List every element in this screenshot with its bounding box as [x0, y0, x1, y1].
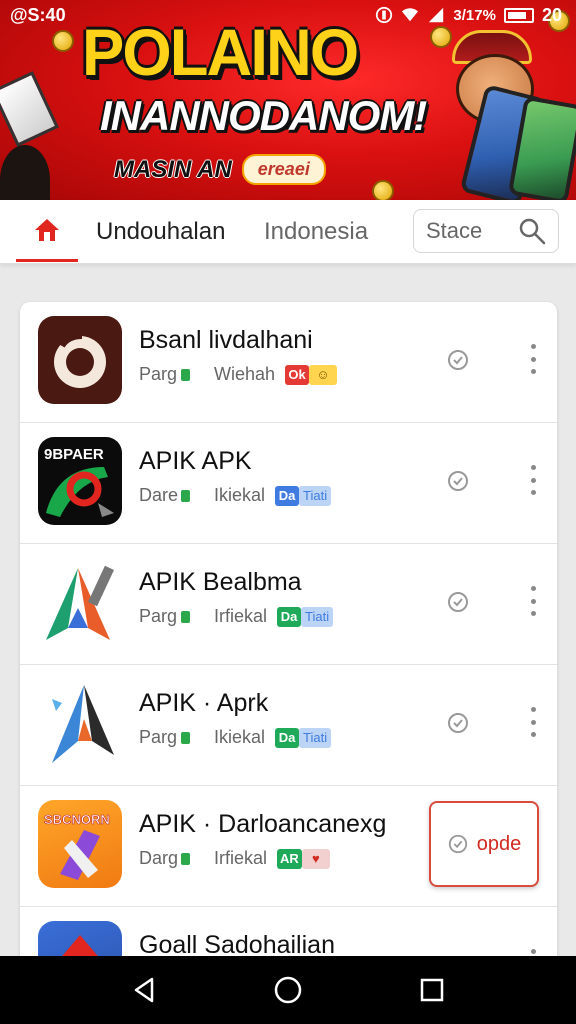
- favorite-icon[interactable]: [446, 711, 470, 735]
- app-icon: SBCNORN: [38, 800, 122, 888]
- app-meta: Parg Ikiekal Da Tiati: [139, 727, 332, 748]
- system-nav-bar: [0, 956, 576, 1024]
- more-options-icon[interactable]: [526, 586, 540, 616]
- wifi-icon: [402, 8, 419, 22]
- tab-home[interactable]: [16, 200, 78, 262]
- signal-text: 3/17%: [453, 6, 496, 24]
- status-dot: [181, 489, 190, 502]
- status-time: @S:40: [10, 4, 66, 25]
- tag-badge: Tiati: [299, 727, 332, 748]
- tag-badge: Tiati: [301, 606, 334, 627]
- app-name: APIK Bealbma: [139, 568, 302, 596]
- app-list: Bsanl livdalhani Parg Wiehah Ok ☺ 9BPAER…: [20, 302, 557, 1002]
- app-icon: [38, 679, 122, 767]
- app-icon: [38, 558, 122, 646]
- tab-bar: Undouhalan Indonesia Stace: [0, 200, 576, 264]
- recents-icon: [420, 978, 444, 1002]
- status-badge: Da: [277, 606, 302, 627]
- status-badge: Ok: [285, 364, 310, 385]
- list-item[interactable]: 9BPAER APIK APK Dare Ikiekal Da Tiati: [20, 423, 557, 544]
- app-name: APIK · Aprk: [139, 689, 269, 717]
- status-dot: [181, 731, 190, 744]
- open-button-label: opde: [476, 832, 522, 855]
- phone-box-image: [0, 71, 59, 147]
- favorite-icon[interactable]: [446, 348, 470, 372]
- home-circle-icon: [274, 976, 302, 1004]
- app-name: Bsanl livdalhani: [139, 326, 313, 354]
- back-button[interactable]: [128, 974, 160, 1006]
- app-meta: Dare Ikiekal Da Tiati: [139, 485, 332, 506]
- home-button[interactable]: [272, 974, 304, 1006]
- svg-text:SBCNORN: SBCNORN: [44, 812, 110, 827]
- more-options-icon[interactable]: [526, 344, 540, 374]
- search-placeholder: Stace: [426, 218, 483, 243]
- back-icon: [134, 977, 154, 1003]
- status-bar: @S:40 3/17% 20: [0, 0, 576, 30]
- coin-image: [52, 30, 74, 52]
- search-input[interactable]: Stace: [413, 209, 559, 253]
- banner-pill: ereaei: [241, 154, 326, 185]
- more-options-icon[interactable]: [526, 707, 540, 737]
- more-options-icon[interactable]: [526, 465, 540, 495]
- status-badge: Da: [275, 727, 300, 748]
- favorite-icon[interactable]: [446, 469, 470, 493]
- tag-badge: Tiati: [299, 485, 332, 506]
- open-icon: [448, 834, 467, 854]
- status-dot: [181, 610, 190, 623]
- tag-badge: ♥: [301, 848, 330, 869]
- app-icon: 9BPAER: [38, 437, 122, 525]
- tag-badge: ☺: [309, 364, 338, 385]
- signal-icon: [429, 7, 444, 23]
- app-meta: Darg Irfiekal AR ♥: [139, 848, 330, 869]
- battery-level: 20: [541, 4, 562, 25]
- list-item[interactable]: Bsanl livdalhani Parg Wiehah Ok ☺: [20, 302, 557, 423]
- tab-indonesia[interactable]: Indonesia: [264, 218, 368, 246]
- app-name: APIK · Darloancanexg: [139, 810, 387, 838]
- app-icon: [38, 316, 122, 404]
- list-item[interactable]: APIK Bealbma Parg Irfiekal Da Tiati: [20, 544, 557, 665]
- app-meta: Parg Wiehah Ok ☺: [139, 364, 338, 385]
- recents-button[interactable]: [416, 974, 448, 1006]
- app-meta: Parg Irfiekal Da Tiati: [139, 606, 334, 627]
- promo-banner[interactable]: @S:40 3/17% 20 POLAINO INANNODANOM! MASI…: [0, 0, 576, 200]
- status-badge: Da: [275, 485, 300, 506]
- person-image: [0, 145, 50, 200]
- banner-small-text: MASIN AN: [114, 155, 232, 183]
- battery-icon: [503, 7, 534, 23]
- coin-image: [372, 180, 394, 200]
- status-badge: AR: [277, 848, 302, 869]
- status-dot: [181, 852, 190, 865]
- status-dot: [181, 368, 190, 381]
- tab-undouhalan[interactable]: Undouhalan: [96, 218, 225, 246]
- banner-subtitle: INANNODANOM!: [100, 92, 427, 139]
- open-button[interactable]: opde: [429, 801, 539, 887]
- app-name: APIK APK: [139, 447, 252, 475]
- do-not-disturb-icon: [376, 6, 393, 24]
- search-icon[interactable]: [518, 217, 546, 245]
- svg-text:9BPAER: 9BPAER: [44, 446, 104, 463]
- banner-tagline: MASIN AN ereaei: [114, 154, 326, 185]
- status-icons: 3/17% 20: [375, 5, 562, 26]
- list-item[interactable]: APIK · Aprk Parg Ikiekal Da Tiati: [20, 665, 557, 786]
- list-item[interactable]: SBCNORN APIK · Darloancanexg Darg Irfiek…: [20, 786, 557, 907]
- home-icon: [35, 218, 59, 241]
- favorite-icon[interactable]: [446, 590, 470, 614]
